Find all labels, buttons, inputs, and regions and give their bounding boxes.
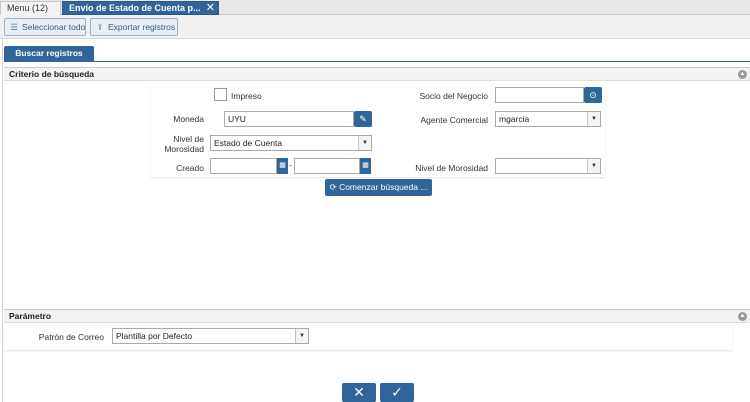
start-search-label: Comenzar búsqueda ...: [339, 182, 428, 192]
impreso-checkbox[interactable]: [214, 88, 227, 101]
nivel2-select[interactable]: ▼: [495, 158, 601, 174]
search-tab-underline: [4, 61, 750, 62]
criteria-panel-header[interactable]: Criterio de búsqueda ▲: [4, 67, 750, 81]
close-icon: ✕: [353, 384, 365, 400]
export-button[interactable]: ⇪ Exportar registros: [90, 18, 178, 36]
parameters-title: Parámetro: [9, 311, 52, 321]
impreso-label: Impreso: [231, 91, 262, 101]
agente-select[interactable]: mgarcia ▼: [495, 111, 601, 127]
left-border: [2, 39, 3, 402]
patron-value: Plantilla por Defecto: [116, 331, 193, 341]
calendar-icon[interactable]: ▦: [360, 158, 371, 174]
select-all-button[interactable]: ☰ Seleccionar todo: [4, 18, 86, 36]
export-icon: ⇪: [96, 22, 104, 32]
criteria-title: Criterio de búsqueda: [9, 69, 95, 79]
creado-to-field[interactable]: [294, 158, 360, 174]
collapse-icon[interactable]: ▲: [738, 312, 747, 321]
refresh-icon: ⟳: [329, 182, 337, 192]
moneda-label: Moneda: [173, 114, 204, 124]
moneda-field[interactable]: UYU: [224, 111, 354, 127]
patron-label: Patrón de Correo: [38, 332, 104, 342]
parameters-panel-header[interactable]: Parámetro ▲: [4, 309, 750, 323]
nivel2-label: Nivel de Morosidad: [415, 163, 488, 173]
select-all-label: Seleccionar todo: [22, 22, 86, 32]
ok-button[interactable]: ✓: [380, 383, 414, 402]
agente-value: mgarcia: [499, 114, 530, 124]
tab-envio-label: Envío de Estado de Cuenta p...: [69, 3, 201, 13]
nivel-select[interactable]: Estado de Cuenta ▼: [210, 135, 372, 151]
search-icon: ⊙: [589, 90, 597, 100]
chevron-down-icon[interactable]: ▼: [295, 329, 308, 343]
pencil-icon: ✎: [359, 114, 367, 124]
check-icon: ✓: [391, 384, 403, 400]
nivel-label: Nivel de Morosidad: [164, 134, 204, 154]
socio-field[interactable]: [495, 87, 584, 103]
chevron-down-icon[interactable]: ▼: [587, 112, 600, 126]
calendar-icon[interactable]: ▦: [277, 158, 288, 174]
agente-label: Agente Comercial: [420, 115, 488, 125]
patron-select[interactable]: Plantilla por Defecto ▼: [112, 328, 309, 344]
socio-label: Socio del Negocio: [419, 91, 488, 101]
tab-buscar-registros[interactable]: Buscar registros: [4, 46, 94, 62]
socio-lookup-button[interactable]: ⊙: [584, 87, 602, 103]
creado-label: Creado: [176, 163, 204, 173]
close-icon[interactable]: ✕: [206, 2, 215, 15]
window-tab-bar: Menu (12) Envío de Estado de Cuenta p...…: [0, 0, 750, 15]
chevron-down-icon[interactable]: ▼: [358, 136, 371, 150]
tab-menu-label: Menu (12): [7, 3, 49, 13]
tab-envio-estado-cuenta[interactable]: Envío de Estado de Cuenta p... ✕: [62, 1, 219, 15]
nivel-value: Estado de Cuenta: [214, 138, 283, 148]
start-search-button[interactable]: ⟳ Comenzar búsqueda ...: [325, 179, 432, 196]
export-label: Exportar registros: [108, 22, 176, 32]
tab-menu[interactable]: Menu (12): [0, 1, 61, 15]
chevron-down-icon[interactable]: ▼: [587, 159, 600, 173]
moneda-value: UYU: [228, 114, 246, 124]
cancel-button[interactable]: ✕: [342, 383, 376, 402]
creado-from-field[interactable]: [210, 158, 277, 174]
list-icon: ☰: [10, 22, 18, 32]
moneda-lookup-button[interactable]: ✎: [354, 111, 372, 127]
collapse-icon[interactable]: ▲: [738, 70, 747, 79]
range-separator: -: [289, 160, 292, 170]
toolbar: ☰ Seleccionar todo ⇪ Exportar registros: [0, 15, 750, 39]
tab-buscar-label: Buscar registros: [15, 48, 83, 58]
